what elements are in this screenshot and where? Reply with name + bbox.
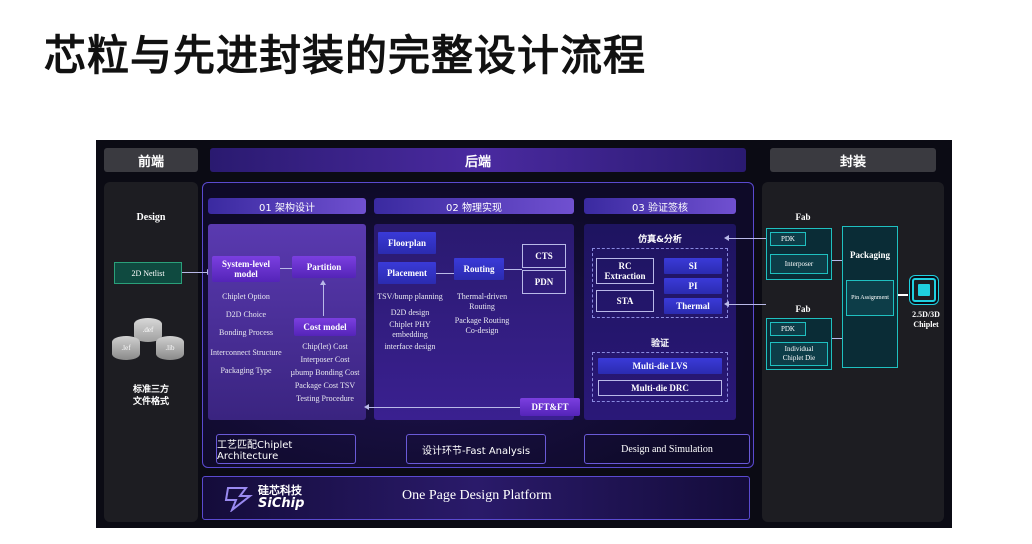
dft-return-line — [368, 407, 520, 408]
placement-item: TSV/bump planning — [377, 292, 443, 301]
system-partition-arrow — [280, 268, 292, 269]
fab2-packaging-arrow — [832, 338, 842, 339]
cost-item: µbump Bonding Cost — [290, 368, 360, 377]
system-line1: System-level — [222, 259, 270, 269]
routing-cts-arrow — [504, 269, 522, 270]
section-arch-header: 01 架构设计 — [208, 198, 366, 214]
pdk-box-2: PDK — [770, 322, 806, 336]
section-phys-header: 02 物理实现 — [374, 198, 574, 214]
placement-item: D2D design — [390, 308, 430, 317]
fab-label-2: Fab — [795, 304, 811, 314]
arrow-head — [320, 280, 326, 285]
verify-fab-link-1 — [728, 238, 766, 239]
dft-ft-box: DFT&FT — [520, 398, 580, 416]
routing-item: Co-design — [465, 326, 499, 335]
result-line2: Chiplet — [913, 320, 939, 329]
pi-box: PI — [664, 278, 722, 294]
result-label: 2.5D/3D Chiplet — [900, 310, 952, 330]
fast-analysis-bar: 设计环节-Fast Analysis — [406, 434, 546, 464]
lib-file-label: .lib — [165, 344, 175, 352]
si-box: SI — [664, 258, 722, 274]
routing-items: Thermal-driven Routing Package Routing C… — [446, 292, 518, 336]
cost-item: Interposer Cost — [300, 355, 350, 364]
cost-items: Chip(let) Cost Interposer Cost µbump Bon… — [286, 342, 364, 407]
die-line2: Chiplet Die — [782, 354, 816, 362]
die-line1: Individual — [784, 345, 814, 353]
lib-file-icon: .lib — [156, 336, 184, 360]
fab1-packaging-arrow — [832, 260, 842, 261]
system-line2: model — [234, 269, 258, 279]
partition-box: Partition — [292, 256, 356, 278]
thermal-box: Thermal — [664, 298, 722, 314]
routing-box: Routing — [454, 258, 504, 280]
packaging-header: 封装 — [770, 148, 936, 172]
design-label: Design — [136, 212, 166, 223]
flow-diagram: 前端 后端 封装 Design 2D Netlist .def .lef .li… — [96, 140, 952, 528]
arch-item: Interconnect Structure — [210, 348, 282, 357]
pdn-box: PDN — [522, 270, 566, 294]
arch-item: Bonding Process — [219, 328, 273, 337]
design-simulation-bar: Design and Simulation — [584, 434, 750, 464]
routing-item: Thermal-driven — [456, 292, 508, 301]
arch-item: Packaging Type — [220, 366, 272, 375]
chip-icon — [912, 278, 936, 302]
arrow-head — [724, 301, 729, 307]
rc-line2: Extraction — [604, 271, 646, 281]
cost-model-box: Cost model — [294, 318, 356, 336]
cost-item: Testing Procedure — [296, 394, 354, 403]
file-format-line1: 标准三方 — [132, 385, 169, 395]
arch-item: D2D Choice — [225, 310, 267, 319]
arch-items: Chiplet Option D2D Choice Bonding Proces… — [208, 292, 284, 384]
verify-fab-link-2 — [728, 304, 766, 305]
cost-item: Chip(let) Cost — [302, 342, 348, 351]
pin-assignment-box: Pin Assignment — [846, 280, 894, 316]
logo-en: SiChip — [258, 496, 305, 511]
floorplan-box: Floorplan — [378, 232, 436, 254]
lef-file-label: .lef — [121, 344, 131, 352]
arrow-head — [364, 404, 369, 410]
rc-line1: RC — [618, 261, 632, 271]
chiplet-architecture-bar: 工艺匹配Chiplet Architecture — [216, 434, 356, 464]
cts-box: CTS — [522, 244, 566, 268]
sichip-logo: 硅芯科技 SiChip — [258, 484, 304, 510]
pdk-box-1: PDK — [770, 232, 806, 246]
sim-title: 仿真&分析 — [638, 235, 682, 245]
placement-box: Placement — [378, 262, 436, 284]
packaging-label: Packaging — [849, 250, 890, 260]
file-format-line2: 文件格式 — [132, 397, 169, 407]
routing-item: Routing — [469, 302, 495, 311]
interposer-box: Interposer — [770, 254, 828, 274]
netlist-arrow — [182, 272, 210, 273]
cost-partition-arrow — [323, 282, 324, 316]
placement-item: interface design — [384, 342, 436, 351]
system-level-model-box: System-level model — [212, 256, 280, 282]
sichip-logo-icon — [224, 484, 254, 514]
backend-header: 后端 — [210, 148, 746, 172]
verify-title: 验证 — [650, 339, 669, 349]
cost-item: Package Cost TSV — [294, 381, 356, 390]
frontend-header: 前端 — [104, 148, 198, 172]
placement-item: embedding — [392, 330, 428, 339]
placement-item: Chiplet PHY — [389, 320, 431, 329]
def-file-label: .def — [142, 326, 154, 334]
sta-box: STA — [596, 290, 654, 312]
drc-box: Multi-die DRC — [598, 380, 722, 396]
lvs-box: Multi-die LVS — [598, 358, 722, 374]
section-verify-header: 03 验证签核 — [584, 198, 736, 214]
lef-file-icon: .lef — [112, 336, 140, 360]
placement-routing-arrow — [436, 273, 454, 274]
arrow-head — [724, 235, 729, 241]
platform-label: One Page Design Platform — [402, 488, 552, 503]
routing-item: Package Routing — [454, 316, 510, 325]
file-format-note: 标准三方 文件格式 — [104, 384, 198, 408]
netlist-box: 2D Netlist — [114, 262, 182, 284]
placement-items: TSV/bump planning D2D design Chiplet PHY… — [372, 292, 448, 354]
result-line1: 2.5D/3D — [912, 310, 940, 319]
packaging-result-arrow — [898, 294, 908, 296]
arch-item: Chiplet Option — [222, 292, 270, 301]
rc-extraction-box: RC Extraction — [596, 258, 654, 284]
page-title: 芯粒与先进封装的完整设计流程 — [44, 31, 647, 80]
fab-label-1: Fab — [795, 212, 811, 222]
chiplet-die-box: Individual Chiplet Die — [770, 342, 828, 366]
